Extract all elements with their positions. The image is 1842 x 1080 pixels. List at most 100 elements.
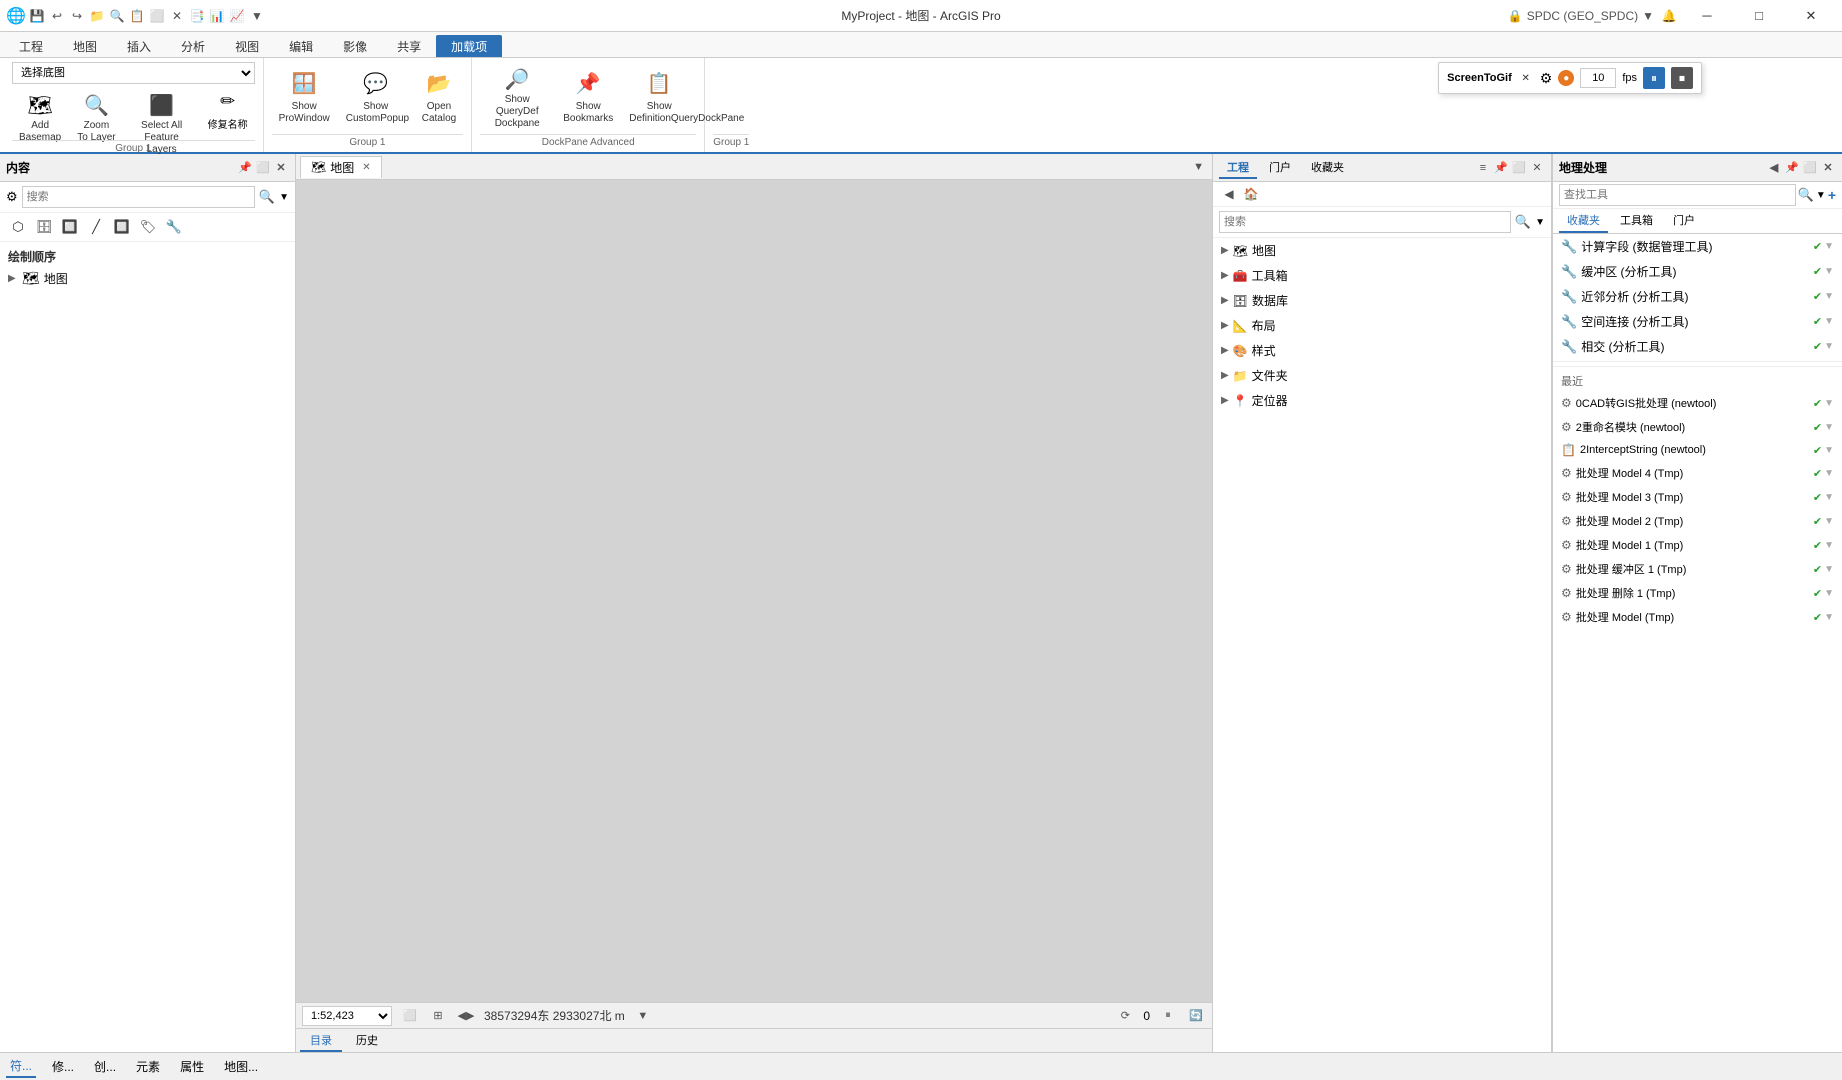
geo-back-icon[interactable]: ◀ [1766,160,1782,176]
coord-dropdown[interactable]: ▼ [633,1006,653,1026]
label-icon[interactable]: 🏷 [136,215,160,239]
geo-model4-dd[interactable]: ▼ [1824,468,1834,479]
contents-search-dropdown[interactable]: ▼ [279,192,289,203]
screentogif-close-button[interactable]: ✕ [1518,70,1534,86]
catalog-tree-toolbox[interactable]: ▶ 🧰 工具箱 [1213,263,1551,288]
map-area-float-icon[interactable]: ▼ [1193,161,1204,173]
map-tool-3[interactable]: ◀▶ [456,1006,476,1026]
show-prowindow-button[interactable]: 🪟 ShowProWindow [272,62,337,132]
line-layer-icon[interactable]: ╱ [84,215,108,239]
zoom-to-layer-button[interactable]: 🔍 ZoomTo Layer [70,88,122,138]
screentogif-record-icon[interactable]: ● [1558,70,1574,86]
select-all-button[interactable]: ⬛ Select AllFeature Layers [125,88,199,138]
catalog-pin-icon[interactable]: 📌 [1493,160,1509,176]
geo-item-calcfield[interactable]: 🔧 计算字段 (数据管理工具) ✔ ▼ [1553,234,1842,259]
catalog-tab-portal[interactable]: 门户 [1261,157,1299,179]
catalog-search-dropdown[interactable]: ▼ [1535,217,1545,228]
geo-close-icon[interactable]: ✕ [1820,160,1836,176]
feature-layer-icon[interactable]: ⬡ [6,215,30,239]
minimize-button[interactable]: ─ [1684,0,1730,32]
catalog-home-icon[interactable]: 🏠 [1241,184,1261,204]
chart-bar-icon[interactable]: 📊 [208,7,226,25]
pause-button[interactable]: ⏸ [1158,1006,1178,1026]
geo-intersect-dropdown-icon[interactable]: ▼ [1824,341,1834,352]
geo-recent-intercept[interactable]: 📋 2InterceptString (newtool) ✔ ▼ [1553,439,1842,461]
contents-search-input[interactable] [22,186,255,208]
catalog-menu-icon[interactable]: ≡ [1475,160,1491,176]
geo-recent-rename[interactable]: ⚙ 2重命名模块 (newtool) ✔ ▼ [1553,415,1842,439]
catalog-search-input[interactable] [1219,211,1511,233]
add-basemap-button[interactable]: 🗺 AddBasemap [12,88,68,138]
geo-item-near[interactable]: 🔧 近邻分析 (分析工具) ✔ ▼ [1553,284,1842,309]
geo-tab-portal[interactable]: 门户 [1665,209,1703,233]
redo-icon[interactable]: ↪ [68,7,86,25]
fix-name-button[interactable]: ✏ 修复名称 [201,88,255,138]
bottom-tab-chuang[interactable]: 创... [90,1056,120,1077]
bottom-tab-ditu[interactable]: 地图... [220,1056,262,1077]
catalog-tree-style[interactable]: ▶ 🎨 样式 [1213,338,1551,363]
geo-model3-dd[interactable]: ▼ [1824,492,1834,503]
geo-pin-icon[interactable]: 📌 [1784,160,1800,176]
contents-filter-icon[interactable]: ⚙ [6,189,18,205]
geo-delete1-dd[interactable]: ▼ [1824,588,1834,599]
raster-layer-icon[interactable]: 🔲 [58,215,82,239]
tab-insert[interactable]: 插入 [112,35,166,57]
geo-add-icon[interactable]: + [1828,187,1836,203]
catalog-bottom-tab[interactable]: 目录 [300,1030,342,1052]
geo-item-buffer[interactable]: 🔧 缓冲区 (分析工具) ✔ ▼ [1553,259,1842,284]
annotation-icon[interactable]: 🔲 [110,215,134,239]
geo-recent-model1[interactable]: ⚙ 批处理 Model 1 (Tmp) ✔ ▼ [1553,533,1842,557]
geo-recent-model-base[interactable]: ⚙ 批处理 Model (Tmp) ✔ ▼ [1553,605,1842,629]
geo-recent-model4[interactable]: ⚙ 批处理 Model 4 (Tmp) ✔ ▼ [1553,461,1842,485]
geo-intercept-dd[interactable]: ▼ [1824,445,1834,456]
user-dropdown-icon[interactable]: ▼ [1642,9,1654,23]
contents-search-icon[interactable]: 🔍 [259,189,275,205]
chart-line-icon[interactable]: 📈 [228,7,246,25]
geo-recent-model2[interactable]: ⚙ 批处理 Model 2 (Tmp) ✔ ▼ [1553,509,1842,533]
screentogif-pause-button[interactable]: ⏸ [1643,67,1665,89]
catalog-tree-layout[interactable]: ▶ 📐 布局 [1213,313,1551,338]
geo-item-intersect[interactable]: 🔧 相交 (分析工具) ✔ ▼ [1553,334,1842,359]
notification-icon[interactable]: 🔔 [1660,7,1678,25]
geo-rename-dd[interactable]: ▼ [1824,422,1834,433]
geo-recent-model3[interactable]: ⚙ 批处理 Model 3 (Tmp) ✔ ▼ [1553,485,1842,509]
bottom-tab-shuxing[interactable]: 属性 [176,1056,208,1077]
contents-float-icon[interactable]: ⬜ [255,160,271,176]
geo-item-spatial[interactable]: 🔧 空间连接 (分析工具) ✔ ▼ [1553,309,1842,334]
rotation-icon[interactable]: ⟳ [1115,1006,1135,1026]
geo-search-icon[interactable]: 🔍 [1798,187,1814,203]
history-bottom-tab[interactable]: 历史 [346,1030,388,1052]
new-project-icon[interactable]: 📁 [88,7,106,25]
print-icon[interactable]: 📋 [128,7,146,25]
catalog-tree-folder[interactable]: ▶ 📁 文件夹 [1213,363,1551,388]
close-icon[interactable]: ✕ [168,7,186,25]
geo-spatial-dropdown-icon[interactable]: ▼ [1824,316,1834,327]
tab-project[interactable]: 工程 [4,35,58,57]
bottom-tab-yuan[interactable]: 元素 [132,1056,164,1077]
map-tab[interactable]: 🗺 地图 ✕ [300,156,382,178]
screentogif-stop-button[interactable]: ⏹ [1671,67,1693,89]
geo-calcfield-dropdown-icon[interactable]: ▼ [1824,241,1834,252]
catalog-back-icon[interactable]: ◀ [1219,184,1239,204]
tab-analysis[interactable]: 分析 [166,35,220,57]
copy-icon[interactable]: 📑 [188,7,206,25]
fps-input[interactable] [1580,68,1616,88]
geo-tab-toolbox[interactable]: 工具箱 [1612,209,1661,233]
open-catalog-button[interactable]: 📂 OpenCatalog [415,62,463,132]
show-custompopup-button[interactable]: 💬 ShowCustomPopup [339,62,413,132]
show-defquery-button[interactable]: 📋 ShowDefinitionQueryDockPane [622,62,696,132]
geo-search-input[interactable] [1559,184,1796,206]
bottom-tab-xiu[interactable]: 修... [48,1056,78,1077]
geo-recent-delete1[interactable]: ⚙ 批处理 删除 1 (Tmp) ✔ ▼ [1553,581,1842,605]
geo-model1-dd[interactable]: ▼ [1824,540,1834,551]
basemap-dropdown[interactable]: 选择底图 [12,62,255,84]
map-tree-item[interactable]: ▶ 🗺 地图 [0,267,295,290]
contents-close-icon[interactable]: ✕ [273,160,289,176]
catalog-tab-favorites[interactable]: 收藏夹 [1303,157,1352,179]
zoom-icon[interactable]: 🔍 [108,7,126,25]
geo-buffer1-dd[interactable]: ▼ [1824,564,1834,575]
tab-view[interactable]: 视图 [220,35,274,57]
geo-float-icon[interactable]: ⬜ [1802,160,1818,176]
screentogif-gear-icon[interactable]: ⚙ [1540,70,1553,87]
database-layer-icon[interactable]: 🗄 [32,215,56,239]
